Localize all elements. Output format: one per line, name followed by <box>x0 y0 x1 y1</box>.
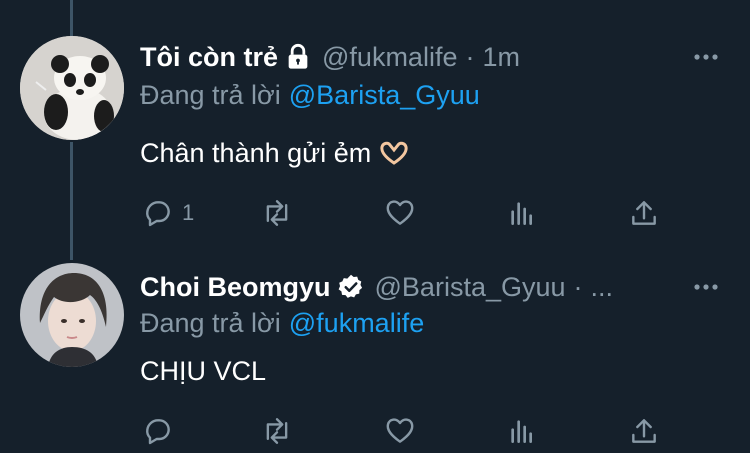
share-button[interactable] <box>628 414 660 448</box>
timestamp[interactable]: ... <box>591 270 614 304</box>
tweet-header: Choi Beomgyu @Barista_Gyuu · ... <box>140 270 613 304</box>
like-button[interactable] <box>384 414 416 448</box>
separator: · <box>465 42 475 72</box>
analytics-icon <box>506 197 538 229</box>
separator: · <box>573 272 583 302</box>
reply-count: 1 <box>182 200 195 225</box>
replying-to: Đang trả lời @fukmalife <box>140 306 424 340</box>
share-icon <box>628 415 660 447</box>
share-icon <box>628 197 660 229</box>
analytics-icon <box>506 415 538 447</box>
more-options-icon[interactable] <box>692 43 720 71</box>
reply-button[interactable] <box>142 414 174 448</box>
like-button[interactable] <box>384 196 416 230</box>
tweet-text: CHỊU VCL <box>140 356 267 386</box>
tweet[interactable]: Tôi còn trẻ @fukmalife · 1m Đang trả lời… <box>0 0 750 250</box>
retweet-icon <box>260 197 294 229</box>
tweet-actions <box>140 414 680 448</box>
mention-link[interactable]: @Barista_Gyuu <box>289 80 480 110</box>
heart-icon <box>384 415 416 447</box>
analytics-button[interactable] <box>506 196 538 230</box>
lock-icon <box>284 43 312 71</box>
display-name[interactable]: Tôi còn trẻ <box>140 40 278 74</box>
handle[interactable]: @Barista_Gyuu <box>375 270 566 304</box>
avatar[interactable] <box>20 263 124 367</box>
retweet-button[interactable] <box>260 196 294 230</box>
tweet[interactable]: Choi Beomgyu @Barista_Gyuu · ... Đang tr… <box>0 250 750 453</box>
tweet-text: Chân thành gửi ẻm <box>140 136 409 170</box>
analytics-button[interactable] <box>506 414 538 448</box>
tweet-actions: 1 <box>140 196 680 230</box>
verified-icon <box>337 273 365 301</box>
mention-link[interactable]: @fukmalife <box>289 308 424 338</box>
tweet-text-content: Chân thành gửi ẻm <box>140 138 372 168</box>
heart-icon <box>384 197 416 229</box>
reply-icon <box>142 197 174 229</box>
tweet-header: Tôi còn trẻ @fukmalife · 1m <box>140 40 520 74</box>
timestamp[interactable]: 1m <box>482 40 520 74</box>
more-options-icon[interactable] <box>692 273 720 301</box>
reply-button[interactable]: 1 <box>142 196 194 230</box>
retweet-icon <box>260 415 294 447</box>
handle[interactable]: @fukmalife <box>322 40 457 74</box>
avatar[interactable] <box>20 36 124 140</box>
reply-icon <box>142 415 174 447</box>
replying-label: Đang trả lời <box>140 80 281 110</box>
heart-hands-emoji-icon <box>379 141 409 165</box>
retweet-button[interactable] <box>260 414 294 448</box>
replying-label: Đang trả lời <box>140 308 281 338</box>
share-button[interactable] <box>628 196 660 230</box>
replying-to: Đang trả lời @Barista_Gyuu <box>140 78 480 112</box>
display-name[interactable]: Choi Beomgyu <box>140 270 331 304</box>
